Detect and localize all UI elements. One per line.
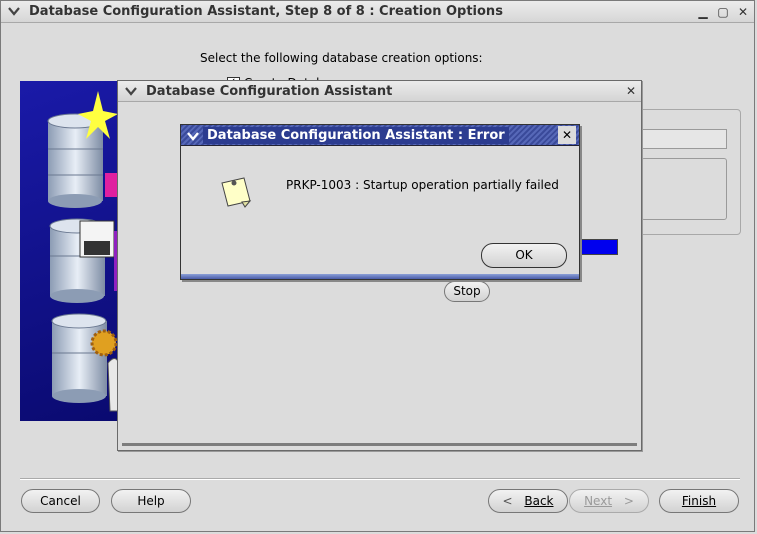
window-menu-icon[interactable] <box>7 4 21 18</box>
next-button-label: Next <box>584 494 613 508</box>
chevron-left-icon: < <box>502 494 513 508</box>
error-titlebar[interactable]: Database Configuration Assistant : Error… <box>181 125 579 146</box>
close-icon[interactable]: ✕ <box>623 83 639 99</box>
window-menu-icon[interactable] <box>186 129 200 143</box>
maximize-icon[interactable]: ▢ <box>715 4 731 20</box>
progress-dialog-footer <box>122 443 637 446</box>
button-separator <box>20 478 740 480</box>
side-illustration <box>20 81 120 421</box>
progress-titlebar[interactable]: Database Configuration Assistant ✕ <box>118 81 641 102</box>
description-field[interactable] <box>641 158 727 220</box>
progress-dialog-title: Database Configuration Assistant <box>146 84 393 99</box>
error-dialog: Database Configuration Assistant : Error… <box>180 124 580 280</box>
back-button-label: Back <box>524 494 554 508</box>
close-icon[interactable]: ✕ <box>558 126 576 144</box>
next-button[interactable]: Next > <box>569 489 649 513</box>
stop-button[interactable]: Stop <box>444 281 490 302</box>
error-message: PRKP-1003 : Startup operation partially … <box>286 178 559 192</box>
back-button[interactable]: < Back <box>488 489 568 513</box>
note-icon <box>221 177 252 208</box>
database-cylinders-icon <box>47 91 120 412</box>
error-dialog-footer <box>181 274 579 279</box>
progress-bar <box>580 239 618 255</box>
creation-options-instruction: Select the following database creation o… <box>200 51 483 65</box>
error-dialog-title: Database Configuration Assistant : Error <box>203 127 509 144</box>
cancel-button[interactable]: Cancel <box>21 489 100 513</box>
help-button[interactable]: Help <box>111 489 191 513</box>
finish-button[interactable]: Finish <box>659 489 739 513</box>
main-window-title: Database Configuration Assistant, Step 8… <box>29 4 503 19</box>
main-titlebar[interactable]: Database Configuration Assistant, Step 8… <box>1 1 754 23</box>
ok-button[interactable]: OK <box>481 243 567 268</box>
chevron-right-icon: > <box>623 494 634 508</box>
window-menu-icon[interactable] <box>124 84 138 98</box>
minimize-icon[interactable]: ▁ <box>695 4 711 20</box>
close-icon[interactable]: ✕ <box>735 4 751 20</box>
finish-button-label: Finish <box>681 494 717 508</box>
template-name-field[interactable] <box>641 129 727 149</box>
